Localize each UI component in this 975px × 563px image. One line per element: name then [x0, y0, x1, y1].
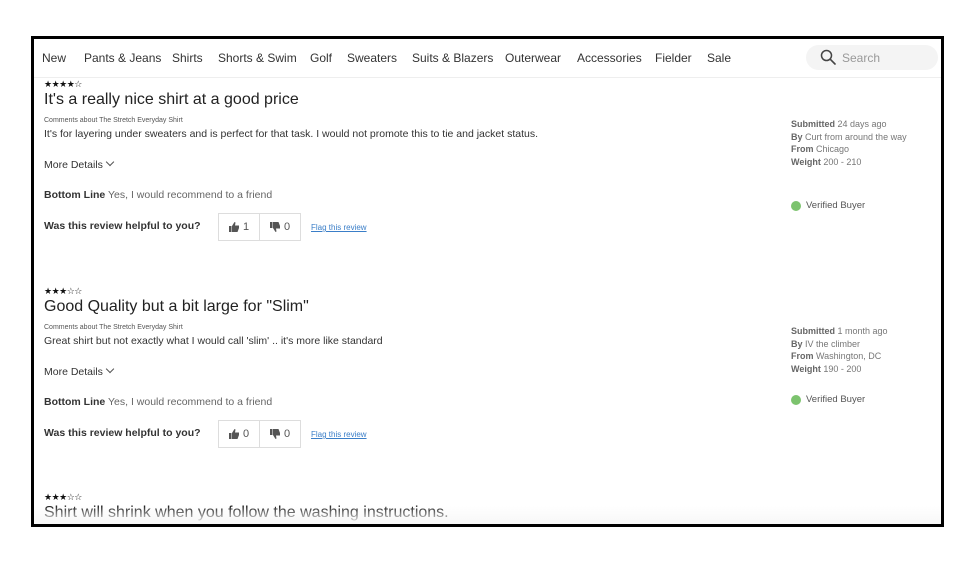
helpful-yes-count: 0 [242, 428, 250, 440]
verified-buyer-badge: Verified Buyer [791, 394, 865, 405]
helpful-prompt: Was this review helpful to you? [44, 427, 201, 439]
more-details-label: More Details [44, 159, 103, 171]
helpful-vote-group: 0 0 [218, 420, 301, 448]
review-title: Shirt will shrink when you follow the wa… [44, 504, 449, 521]
author-line: By IV the climber [791, 338, 861, 349]
submitted-line: Submitted 24 days ago [791, 119, 887, 129]
bottom-line-value: Yes, I would recommend to a friend [107, 396, 273, 408]
nav-item-pants-jeans[interactable]: Pants & Jeans [84, 51, 161, 65]
chevron-down-icon [105, 157, 115, 167]
location-line: From Chicago [791, 144, 850, 154]
top-nav: New Pants & Jeans Shirts Shorts & Swim G… [34, 39, 941, 78]
flag-review-link[interactable]: Flag this review [311, 430, 367, 439]
bottom-line: Bottom Line Yes, I would recommend to a … [44, 396, 272, 408]
search-input[interactable] [842, 49, 930, 66]
star-rating: ★★★☆☆ [44, 492, 82, 502]
helpful-no-button[interactable]: 0 [260, 421, 300, 447]
verified-check-icon [791, 200, 801, 211]
comments-about: Comments about The Stretch Everyday Shir… [44, 117, 183, 124]
review-title: Good Quality but a bit large for "Slim" [44, 298, 309, 315]
weight-line: Weight 190 - 200 [791, 363, 862, 374]
review-title: It's a really nice shirt at a good price [44, 91, 299, 108]
helpful-yes-count: 1 [242, 221, 250, 233]
verified-check-icon [791, 394, 801, 405]
search-icon[interactable] [820, 49, 836, 65]
thumbs-up-icon [228, 222, 239, 232]
bottom-line-label: Bottom Line [44, 189, 106, 201]
comments-about: Comments about The Stretch Everyday Shir… [44, 324, 183, 331]
chevron-down-icon [105, 364, 115, 374]
author-line: By Curt from around the way [791, 131, 907, 142]
nav-item-sweaters[interactable]: Sweaters [347, 51, 397, 65]
more-details-label: More Details [44, 366, 103, 378]
helpful-yes-button[interactable]: 1 [219, 214, 260, 240]
helpful-no-count: 0 [283, 221, 291, 233]
location-line: From Washington, DC [791, 351, 882, 361]
helpful-prompt: Was this review helpful to you? [44, 220, 201, 232]
star-rating: ★★★★☆ [44, 79, 82, 89]
bottom-line-value: Yes, I would recommend to a friend [107, 189, 273, 201]
search-box[interactable] [806, 45, 938, 70]
verified-buyer-badge: Verified Buyer [791, 200, 865, 211]
bottom-line-label: Bottom Line [44, 396, 106, 408]
nav-item-suits-blazers[interactable]: Suits & Blazers [412, 51, 493, 65]
nav-item-shirts[interactable]: Shirts [172, 51, 203, 65]
submitted-line: Submitted 1 month ago [791, 326, 888, 336]
bottom-line: Bottom Line Yes, I would recommend to a … [44, 189, 272, 201]
more-details-toggle[interactable]: More Details [44, 364, 115, 378]
reviewer-meta: Submitted 1 month ago By IV the climber … [791, 325, 921, 375]
helpful-vote-group: 1 0 [218, 213, 301, 241]
review-body: Great shirt but not exactly what I would… [44, 335, 383, 347]
review-body: It's for layering under sweaters and is … [44, 128, 539, 140]
helpful-no-count: 0 [283, 428, 291, 440]
nav-item-new[interactable]: New [42, 51, 66, 65]
reviewer-meta: Submitted 24 days ago By Curt from aroun… [791, 118, 921, 168]
nav-item-golf[interactable]: Golf [310, 51, 332, 65]
star-rating: ★★★☆☆ [44, 286, 82, 296]
helpful-no-button[interactable]: 0 [260, 214, 300, 240]
thumbs-up-icon [228, 429, 239, 439]
more-details-toggle[interactable]: More Details [44, 157, 115, 171]
thumbs-down-icon [269, 222, 280, 232]
flag-review-link[interactable]: Flag this review [311, 223, 367, 232]
helpful-yes-button[interactable]: 0 [219, 421, 260, 447]
nav-item-sale[interactable]: Sale [707, 51, 731, 65]
nav-item-shorts-swim[interactable]: Shorts & Swim [218, 51, 297, 65]
nav-item-accessories[interactable]: Accessories [577, 51, 642, 65]
nav-item-outerwear[interactable]: Outerwear [505, 51, 561, 65]
nav-item-fielder[interactable]: Fielder [655, 51, 692, 65]
weight-line: Weight 200 - 210 [791, 156, 862, 167]
browser-frame: New Pants & Jeans Shirts Shorts & Swim G… [31, 36, 944, 527]
thumbs-down-icon [269, 429, 280, 439]
